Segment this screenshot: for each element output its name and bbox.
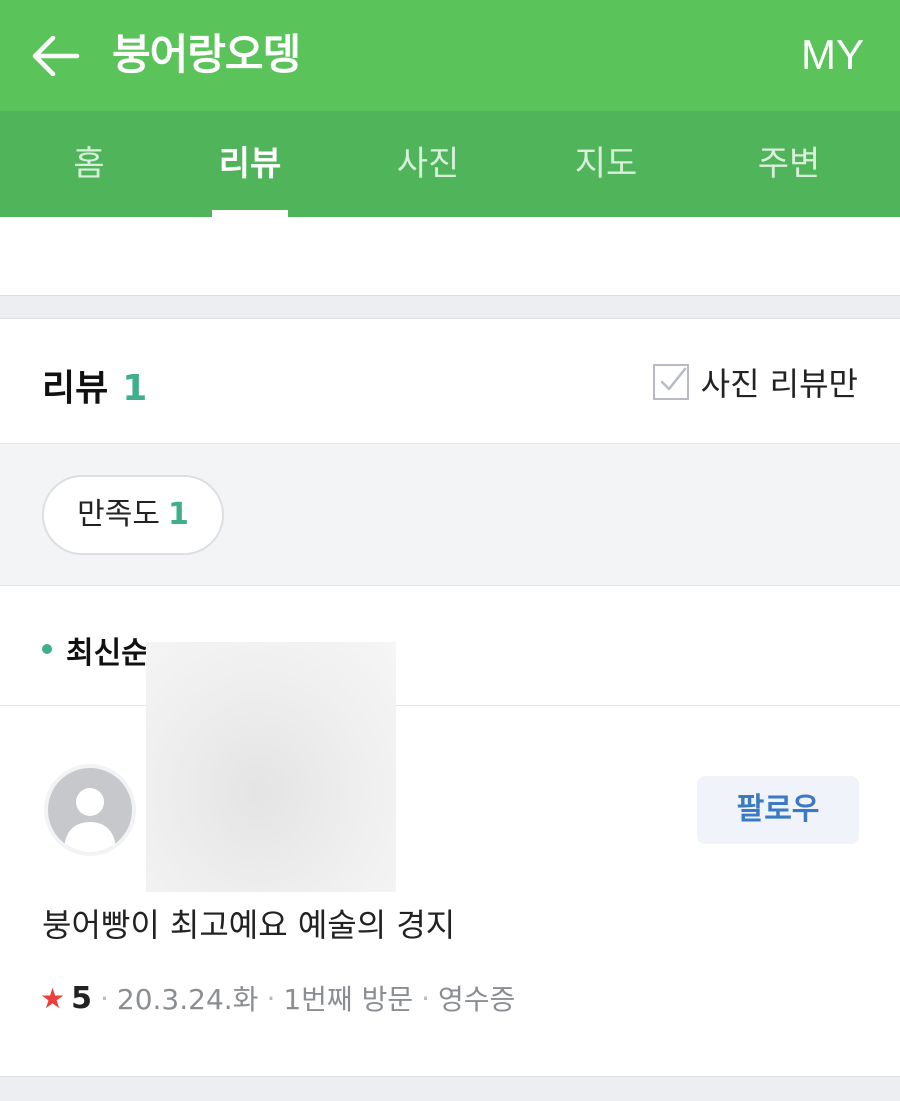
user-silhouette-icon xyxy=(64,788,116,852)
meta-separator: · xyxy=(99,981,109,1015)
review-title: 리뷰 1 xyxy=(42,359,147,411)
app-header: 붕어랑오뎅 MY xyxy=(0,0,900,111)
visit-count: 1번째 방문 xyxy=(283,983,414,1016)
follow-button[interactable]: 팔로우 xyxy=(697,776,859,844)
photo-review-only-label: 사진 리뷰만 xyxy=(700,365,858,403)
chip-count: 1 xyxy=(167,497,189,532)
receipt-label: 영수증 xyxy=(438,983,516,1016)
review-text: 붕어빵이 최고예요 예술의 경지 xyxy=(42,906,456,944)
tab-review[interactable]: 리뷰 xyxy=(178,111,322,217)
section-divider xyxy=(0,295,900,319)
review-title-label: 리뷰 xyxy=(42,368,109,409)
tab-map[interactable]: 지도 xyxy=(518,111,694,217)
satisfaction-filter-chip[interactable]: 만족도 1 xyxy=(42,475,224,555)
blurred-area xyxy=(146,642,396,892)
review-rating: 5 xyxy=(71,980,92,1016)
sort-latest[interactable]: 최신순 xyxy=(66,628,149,672)
tab-photo[interactable]: 사진 xyxy=(340,111,516,217)
active-tab-indicator xyxy=(212,210,288,217)
star-icon: ★ xyxy=(40,981,66,1015)
tab-home[interactable]: 홈 xyxy=(0,111,178,217)
my-button[interactable]: MY xyxy=(801,22,864,88)
review-meta: ★ 5 · 20.3.24.화 · 1번째 방문 · 영수증 xyxy=(40,978,515,1018)
page-title: 붕어랑오뎅 xyxy=(112,30,301,79)
chip-label: 만족도 xyxy=(77,497,160,532)
tab-nearby[interactable]: 주변 xyxy=(700,111,878,217)
sort-active-dot-icon xyxy=(42,644,52,654)
avatar[interactable] xyxy=(44,764,136,856)
filter-area: 만족도 1 xyxy=(0,444,900,586)
photo-review-only-toggle[interactable]: 사진 리뷰만 xyxy=(652,359,858,405)
review-header: 리뷰 1 사진 리뷰만 xyxy=(0,319,900,444)
back-button[interactable] xyxy=(28,30,84,82)
sort-row: 최신순 xyxy=(0,586,900,706)
review-date: 20.3.24.화 xyxy=(116,983,259,1016)
section-divider xyxy=(0,1076,900,1101)
back-arrow-icon xyxy=(32,36,80,76)
tab-bar: 홈 리뷰 사진 지도 주변 xyxy=(0,111,900,217)
meta-separator: · xyxy=(421,981,431,1015)
review-count: 1 xyxy=(122,368,148,409)
meta-separator: · xyxy=(266,981,276,1015)
checkbox-icon[interactable] xyxy=(652,364,689,400)
